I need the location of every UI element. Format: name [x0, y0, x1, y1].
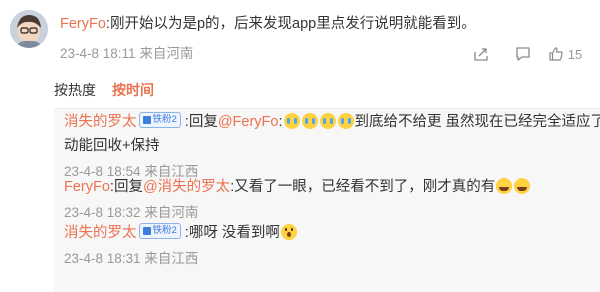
- reply-meta: 23-4-8 18:31 来自江西: [64, 247, 298, 267]
- reply-text: :哪呀 没看到啊: [184, 225, 280, 241]
- fan-badge-icon: [142, 227, 151, 235]
- reply-prefix: :回复: [109, 179, 143, 195]
- avatar[interactable]: [10, 10, 48, 48]
- sort-tabs: 按热度 按时间: [54, 80, 154, 100]
- fan-badge-icon: [142, 116, 151, 124]
- like-count: 15: [567, 46, 583, 62]
- comment-text: :刚开始以为是p的，后来发现app里点发行说明就能看到。: [105, 16, 476, 32]
- comment-actions: 15: [460, 44, 586, 64]
- reply-text: 到底给不给更 虽然现在已经完全适应了高: [354, 114, 600, 130]
- sort-by-hot-tab[interactable]: 按热度: [54, 80, 96, 100]
- avatar-image: [10, 10, 48, 48]
- fan-badge-label: 铁粉2: [152, 114, 177, 125]
- fan-badge-label: 铁粉2: [152, 225, 177, 236]
- reply-time: 23-4-8 18:32: [64, 205, 141, 220]
- share-button[interactable]: [460, 44, 502, 64]
- laughing-face-emoji: [514, 178, 531, 194]
- mention-link[interactable]: @消失的罗太: [143, 179, 230, 195]
- reply-text-line-2: 动能回收+保持: [64, 138, 160, 154]
- crying-face-emoji: [319, 113, 336, 129]
- laughing-face-emoji: [496, 178, 513, 194]
- mention-link[interactable]: @FeryFo: [218, 114, 279, 130]
- comment-icon: [516, 47, 530, 61]
- comment-button[interactable]: [502, 44, 544, 64]
- comment-username[interactable]: FeryFo: [60, 16, 106, 32]
- reply-text-line: 消失的罗太 铁粉2 :哪呀 没看到啊: [64, 223, 298, 243]
- reply-meta: 23-4-8 18:32 来自河南: [64, 201, 531, 221]
- reply-username[interactable]: 消失的罗太: [64, 225, 137, 241]
- comment-time: 23-4-8 18:11: [60, 46, 136, 61]
- crying-face-emoji: [301, 113, 318, 129]
- reply-item: FeryFo:回复@消失的罗太:又看了一眼，已经看不到了，刚才真的有 23-4-…: [64, 177, 531, 221]
- reply-prefix: :回复: [184, 114, 218, 130]
- reply-text: :又看了一眼，已经看不到了，刚才真的有: [230, 179, 496, 195]
- reply-time: 23-4-8 18:31: [64, 251, 141, 266]
- thumbs-up-icon: [549, 47, 563, 61]
- reply-item: 消失的罗太 铁粉2 :哪呀 没看到啊 23-4-8 18:31 来自江西: [64, 223, 298, 267]
- fan-badge[interactable]: 铁粉2: [138, 112, 181, 128]
- share-icon: [474, 48, 488, 61]
- comment-text-line: FeryFo:刚开始以为是p的，后来发现app里点发行说明就能看到。: [60, 14, 590, 34]
- surprised-face-emoji: [280, 224, 297, 240]
- reply-text-line: FeryFo:回复@消失的罗太:又看了一眼，已经看不到了，刚才真的有: [64, 177, 531, 197]
- like-button[interactable]: 15: [544, 44, 586, 64]
- reply-item: 消失的罗太 铁粉2 :回复@FeryFo: 到底给不给更 虽然现在已经完全适应了高 动…: [64, 112, 600, 180]
- reply-list: 消失的罗太 铁粉2:回复@FeryFo: 到底给不给更 虽然现在已经完全适应了高 动…: [54, 108, 600, 292]
- reply-colon: :: [278, 114, 283, 130]
- crying-face-emoji: [337, 113, 354, 129]
- crying-face-emoji: [283, 113, 300, 129]
- reply-text-line: 消失的罗太 铁粉2 :回复@FeryFo: 到底给不给更 虽然现在已经完全适应了高: [64, 112, 600, 132]
- reply-username[interactable]: 消失的罗太: [64, 114, 137, 130]
- reply-username[interactable]: FeryFo: [64, 179, 110, 195]
- fan-badge[interactable]: 铁粉2: [138, 223, 181, 239]
- reply-location: 来自河南: [144, 205, 199, 220]
- sort-by-time-tab[interactable]: 按时间: [112, 80, 154, 100]
- comment-location: 来自河南: [139, 46, 194, 61]
- reply-location: 来自江西: [144, 251, 199, 266]
